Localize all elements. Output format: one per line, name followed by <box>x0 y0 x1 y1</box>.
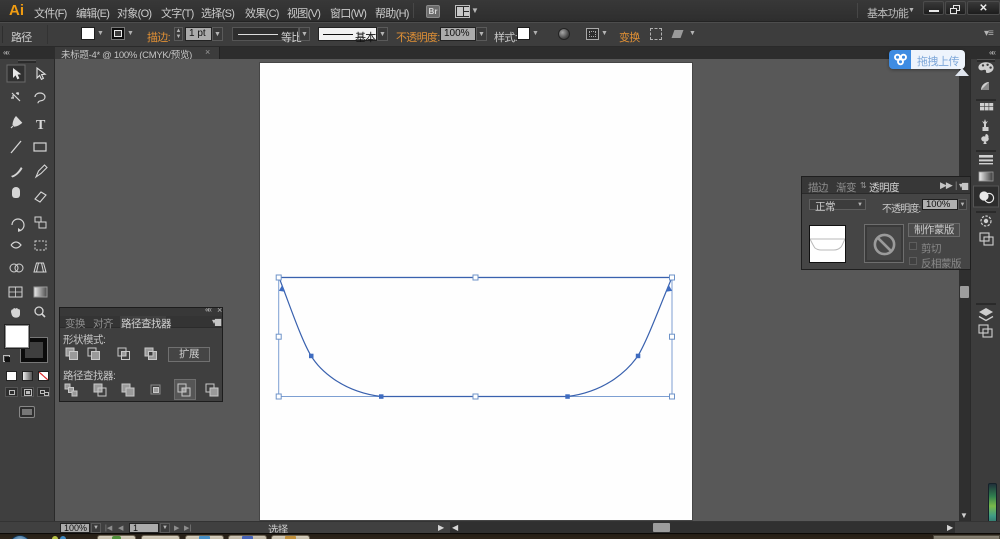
svg-text:T: T <box>36 118 46 133</box>
